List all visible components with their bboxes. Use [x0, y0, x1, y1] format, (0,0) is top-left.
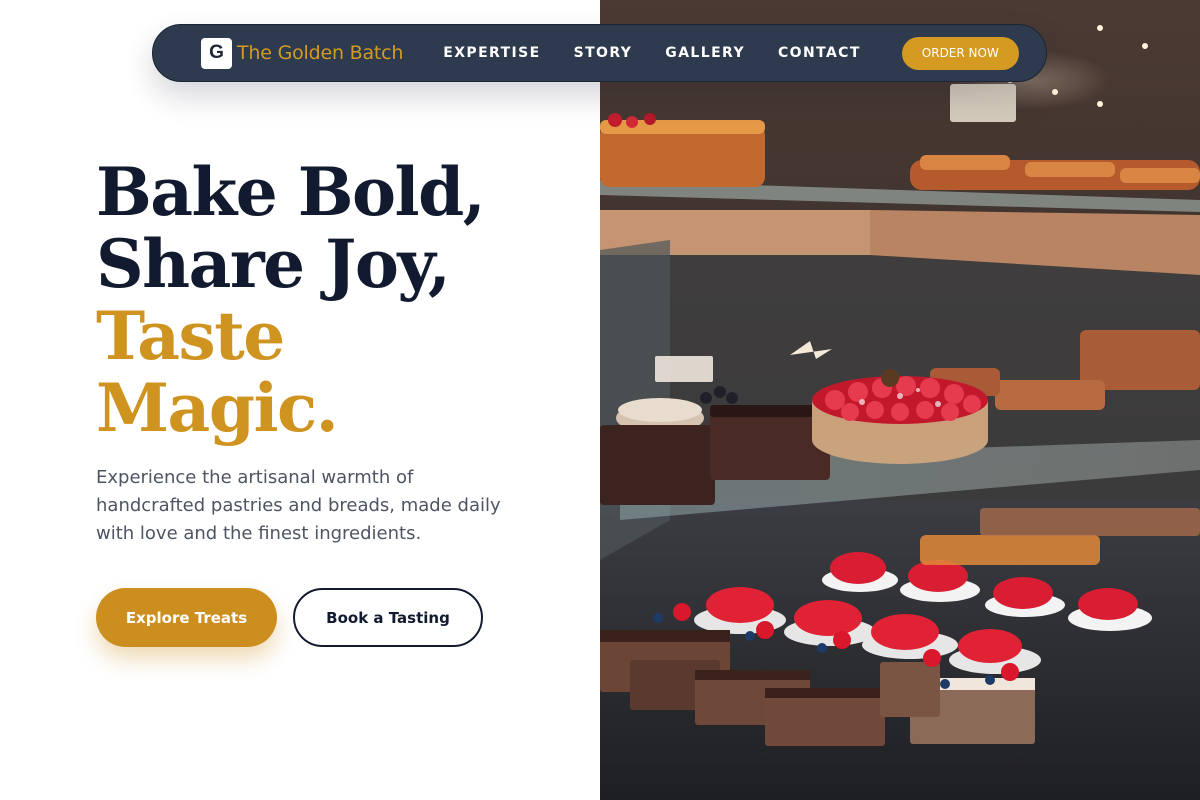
- hero-title: Bake Bold, Share Joy, Taste Magic.: [96, 156, 576, 444]
- bakery-display-illustration: [600, 0, 1200, 800]
- nav-link-story[interactable]: STORY: [574, 45, 633, 61]
- order-now-button[interactable]: ORDER NOW: [901, 36, 1019, 70]
- hero-image-bakery-display: [600, 0, 1200, 800]
- logo-mark-icon: G: [201, 37, 232, 69]
- nav-links: EXPERTISE STORY GALLERY CONTACT: [443, 45, 894, 61]
- navbar: G The Golden Batch EXPERTISE STORY GALLE…: [152, 24, 1047, 82]
- hero-title-accent-line-2: Magic.: [96, 369, 339, 447]
- nav-link-gallery[interactable]: GALLERY: [665, 45, 745, 61]
- nav-link-contact[interactable]: CONTACT: [778, 45, 861, 61]
- book-tasting-button[interactable]: Book a Tasting: [293, 588, 483, 647]
- hero-title-line-2: Share Joy,: [96, 225, 451, 303]
- hero-title-line-1: Bake Bold,: [96, 153, 486, 231]
- explore-treats-button[interactable]: Explore Treats: [96, 588, 277, 647]
- brand-logo[interactable]: G The Golden Batch: [201, 37, 404, 69]
- hero-title-accent-line-1: Taste: [96, 297, 285, 375]
- hero-description: Experience the artisanal warmth of handc…: [96, 467, 501, 544]
- nav-link-expertise[interactable]: EXPERTISE: [443, 45, 540, 61]
- brand-name: The Golden Batch: [237, 42, 404, 64]
